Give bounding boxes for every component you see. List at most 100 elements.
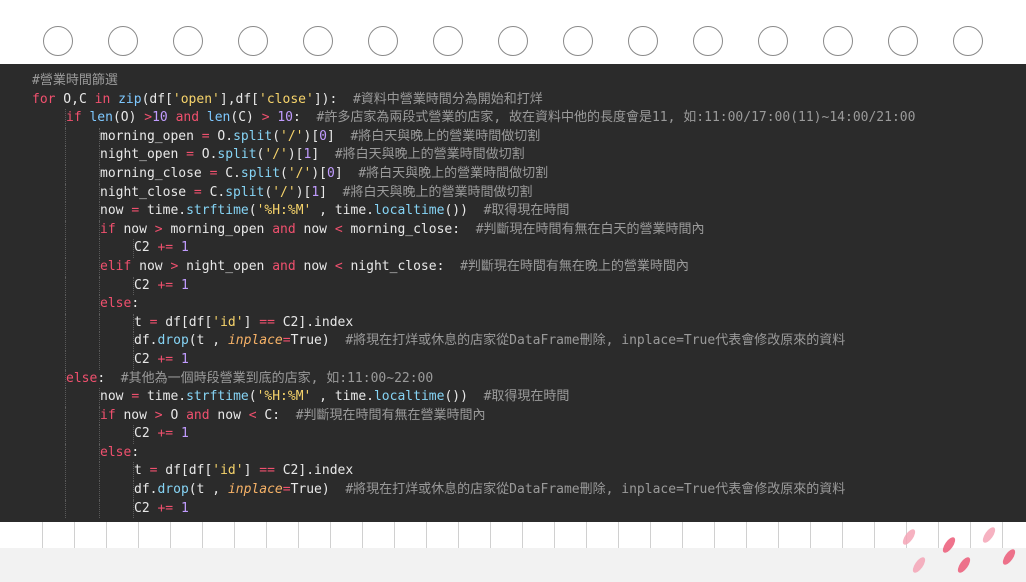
indent-guide	[65, 350, 66, 370]
code-token: +=	[157, 351, 174, 367]
indent-guide	[65, 406, 66, 426]
code-line: t = df[df['id'] == C2].index	[32, 462, 1026, 482]
indent-guide	[99, 220, 100, 240]
code-token: >	[261, 110, 270, 126]
code-token: +=	[157, 500, 174, 516]
code-token: #將現在打烊或休息的店家從DataFrame刪除, inplace=True代表…	[345, 333, 846, 349]
code-token: morning_open	[162, 221, 273, 237]
indent-guide	[65, 462, 66, 482]
code-token: ],df[	[219, 91, 260, 107]
code-token: 1	[180, 500, 189, 516]
code-token: +=	[157, 426, 174, 442]
code-token: ())	[444, 389, 484, 405]
code-token: 'id'	[212, 314, 244, 330]
code-token: and	[272, 221, 296, 237]
code-token: (C)	[230, 110, 262, 126]
code-token: now	[100, 389, 132, 405]
code-token: localtime	[373, 203, 445, 219]
indent-guide	[133, 499, 134, 519]
code-token: elif	[100, 258, 132, 274]
code-line: df.drop(t , inplace=True) #將現在打烊或休息的店家從D…	[32, 481, 1026, 500]
code-token: ())	[444, 203, 484, 219]
code-token: drop	[157, 333, 189, 349]
code-line-content: for O,C in zip(df['open'],df['close']): …	[32, 92, 543, 107]
code-line-content: else:	[100, 445, 139, 460]
code-token: =	[186, 147, 194, 163]
code-token: in	[94, 91, 111, 107]
code-token: now	[295, 221, 335, 237]
code-line-content: C2 += 1	[134, 352, 189, 367]
code-token: morning_close	[100, 165, 210, 181]
indent-guide	[133, 481, 134, 500]
indent-guide	[65, 443, 66, 463]
code-line-content: C2 += 1	[134, 501, 189, 516]
indent-guide	[133, 313, 134, 333]
indent-guide	[99, 332, 100, 351]
code-token: '%H:%M'	[256, 389, 312, 405]
code-token: else	[100, 444, 132, 460]
code-line: df.drop(t , inplace=True) #將現在打烊或休息的店家從D…	[32, 332, 1026, 351]
code-token: , time.	[311, 389, 374, 405]
indent-guide	[99, 313, 100, 333]
code-token: 'id'	[212, 463, 244, 479]
code-token: strftime	[186, 389, 249, 405]
code-line-content: if now > O and now < C: #判斷現在時間有無在營業時間內	[100, 408, 486, 423]
code-token: 'open'	[172, 91, 220, 107]
code-token: 1	[180, 351, 189, 367]
code-token: =	[201, 128, 210, 144]
code-token: 10	[277, 110, 294, 126]
code-token: night_close	[100, 184, 194, 200]
code-token: 0	[327, 165, 335, 181]
code-token: now	[209, 407, 249, 423]
indent-guide	[99, 443, 100, 463]
code-token: morning_open	[100, 128, 202, 144]
code-line: elif now > night_open and now < night_cl…	[32, 257, 1026, 277]
code-line-content: morning_close = C.split('/')[0] #將白天與晚上的…	[100, 166, 548, 181]
code-token: <	[248, 407, 257, 423]
code-line-content: if len(O) >10 and len(C) > 10: #許多店家為兩段式…	[66, 110, 915, 125]
code-token: ]	[243, 314, 260, 330]
code-block[interactable]: #營業時間篩選 for O,C in zip(df['open'],df['clo…	[32, 72, 1026, 519]
code-token: =	[282, 333, 291, 349]
indent-guide	[99, 164, 100, 184]
code-token: >	[144, 110, 153, 126]
code-token: df.	[134, 333, 158, 349]
code-token: C.	[201, 184, 226, 200]
code-line: C2 += 1	[32, 350, 1026, 370]
code-token: O.	[193, 147, 218, 163]
code-line: night_close = C.split('/')[1] #將白天與晚上的營業…	[32, 183, 1026, 203]
code-line: #營業時間篩選	[32, 72, 1026, 91]
indent-guide	[99, 406, 100, 426]
binder-hole	[238, 26, 268, 56]
code-token: 1	[180, 240, 189, 256]
code-line-content: df.drop(t , inplace=True) #將現在打烊或休息的店家從D…	[134, 333, 845, 348]
code-token: 0	[319, 128, 327, 144]
code-token: :	[131, 296, 140, 312]
code-token: C.	[217, 165, 241, 181]
code-token: df[df[	[157, 463, 213, 479]
code-token: t	[134, 314, 150, 330]
indent-guide	[65, 388, 66, 407]
code-line-content: else: #其他為一個時段營業到底的店家, 如:11:00~22:00	[66, 371, 433, 386]
code-line-content: now = time.strftime('%H:%M' , time.local…	[100, 389, 569, 404]
code-token: , time.	[311, 203, 374, 219]
binder-hole	[368, 26, 398, 56]
code-line-content: morning_open = O.split('/')[0] #將白天與晚上的營…	[100, 129, 540, 144]
code-token: now	[100, 203, 132, 219]
code-token: ==	[259, 314, 275, 330]
code-line: C2 += 1	[32, 425, 1026, 444]
indent-guide	[99, 295, 100, 314]
code-token: 1	[180, 277, 189, 293]
code-token: '%H:%M'	[256, 203, 312, 219]
code-token: '/'	[264, 147, 288, 163]
code-token: #判斷現在時間有無在營業時間內	[295, 407, 486, 423]
binder-holes	[0, 20, 1026, 64]
code-line-content: night_close = C.split('/')[1] #將白天與晚上的營業…	[100, 185, 532, 200]
code-token: <	[334, 221, 343, 237]
code-token: C2	[134, 426, 158, 442]
code-token: C2	[134, 351, 158, 367]
indent-guide	[65, 276, 66, 296]
